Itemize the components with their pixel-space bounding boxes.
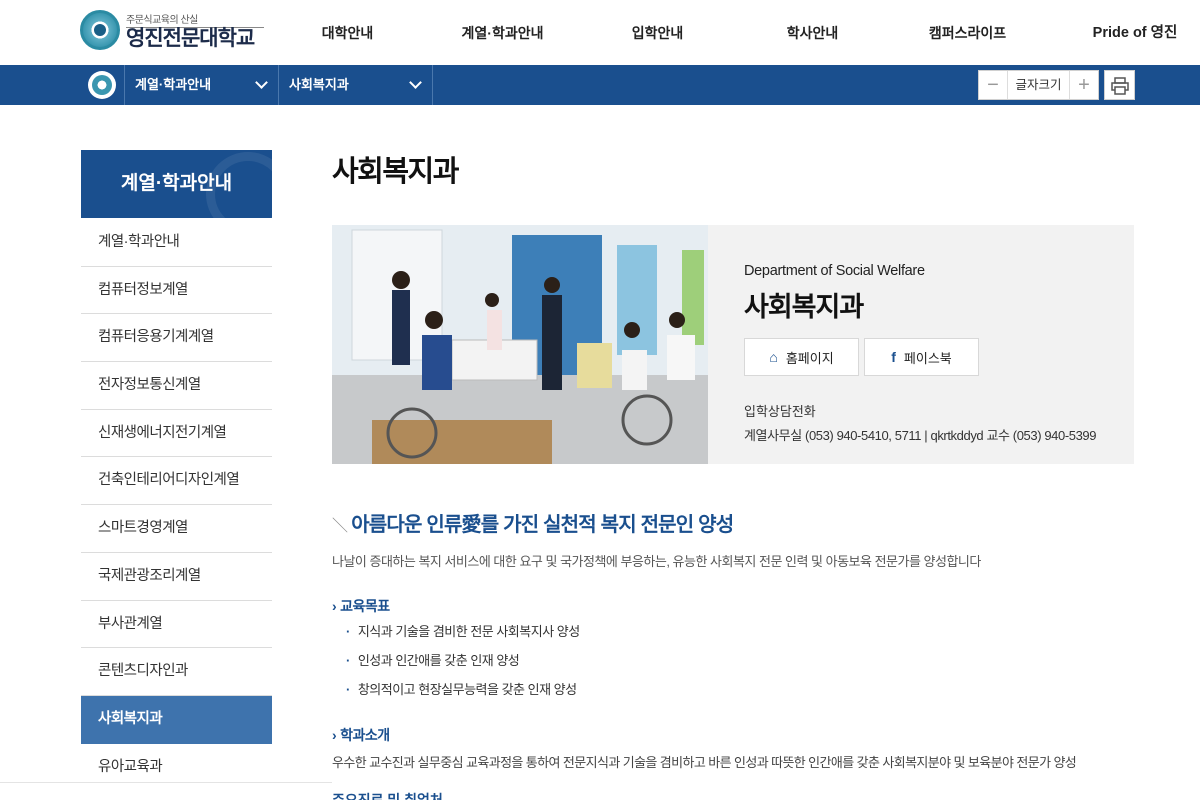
goal-text: 인성과 인간애를 갖춘 인재 양성 — [357, 653, 520, 668]
home-icon[interactable] — [88, 71, 116, 99]
logo-slogan: 주문식교육의 산실 — [126, 11, 264, 28]
department-photo — [332, 225, 708, 464]
admission-phone-label: 입학상담전화 — [744, 404, 816, 419]
slash-icon: ＼ — [332, 518, 348, 535]
facebook-button[interactable]: f 페이스북 — [864, 338, 979, 376]
printer-icon — [1111, 77, 1129, 95]
main-nav: 대학안내 계열·학과안내 입학안내 학사안내 캠퍼스라이프 Pride of 영… — [270, 0, 1200, 65]
next-section-title-partial: 주요진로 및 취업처 — [332, 792, 462, 800]
sidebar-item-departments[interactable]: 계열·학과안내 — [81, 219, 272, 267]
sidebar-item-early-childhood[interactable]: 유아교육과 — [81, 744, 272, 792]
breadcrumb-depth2[interactable]: 사회복지과 — [278, 65, 433, 105]
department-headline: ＼ 아름다운 인류愛를 가진 실천적 복지 전문인 양성 — [332, 508, 734, 537]
site-header: 주문식교육의 산실 영진전문대학교 대학안내 계열·학과안내 입학안내 학사안내… — [0, 0, 1200, 65]
education-goals-title-text: 교육목표 — [340, 598, 390, 614]
nav-item-university-info[interactable]: 대학안내 — [270, 0, 425, 65]
nav-item-academic[interactable]: 학사안내 — [735, 0, 890, 65]
print-button[interactable] — [1104, 70, 1135, 100]
department-about-title-text: 학과소개 — [340, 727, 390, 743]
font-size-decrease-button[interactable]: − — [979, 71, 1007, 99]
logo-name: 영진전문대학교 — [126, 26, 255, 50]
font-size-control: − 글자크기 + — [978, 70, 1099, 100]
department-info: Department of Social Welfare 사회복지과 ⌂ 홈페이… — [744, 263, 1097, 444]
admission-phone-numbers: 계열사무실 (053) 940-5410, 5711 | qkrtkddyd 교… — [744, 428, 1097, 443]
sidebar-item-computer-info[interactable]: 컴퓨터정보계열 — [81, 267, 272, 315]
nav-item-pride[interactable]: Pride of 영진 — [1045, 0, 1200, 65]
sidebar-item-content-design[interactable]: 콘텐츠디자인과 — [81, 648, 272, 696]
sidebar-item-renewable-energy[interactable]: 신재생에너지전기계열 — [81, 410, 272, 458]
goal-text: 지식과 기술을 겸비한 전문 사회복지사 양성 — [357, 624, 580, 639]
sidebar-item-noncommissioned[interactable]: 부사관계열 — [81, 601, 272, 649]
facebook-icon: f — [891, 349, 896, 365]
list-item: · 창의적이고 현장실무능력을 갖춘 인재 양성 — [346, 679, 580, 708]
sidebar-item-computer-mech[interactable]: 컴퓨터응용기계계열 — [81, 314, 272, 363]
sidebar-item-tourism-cooking[interactable]: 국제관광조리계열 — [81, 553, 272, 601]
sidebar-menu: 계열·학과안내 컴퓨터정보계열 컴퓨터응용기계계열 전자정보통신계열 신재생에너… — [81, 219, 272, 791]
chevron-right-icon: › — [332, 727, 337, 743]
department-intro: 나날이 증대하는 복지 서비스에 대한 요구 및 국가정책에 부응하는, 유능한… — [332, 554, 981, 569]
chevron-down-icon — [409, 76, 422, 89]
chevron-down-icon — [255, 76, 268, 89]
education-goals-list: · 지식과 기술을 겸비한 전문 사회복지사 양성 · 인성과 인간애를 갖춘 인재… — [346, 621, 580, 708]
homepage-button-label: 홈페이지 — [785, 350, 834, 366]
sidebar-item-smart-business[interactable]: 스마트경영계열 — [81, 505, 272, 553]
department-about-title: › 학과소개 — [332, 725, 390, 745]
nav-item-campus-life[interactable]: 캠퍼스라이프 — [890, 0, 1045, 65]
sidebar-item-social-welfare[interactable]: 사회복지과 — [81, 695, 272, 744]
bullet-icon: · — [346, 653, 350, 668]
department-name-en: Department of Social Welfare — [744, 263, 925, 279]
facebook-button-label: 페이스북 — [903, 350, 952, 366]
sidebar-item-architecture[interactable]: 건축인테리어디자인계열 — [81, 457, 272, 506]
next-section-title-text: 주요진로 및 취업처 — [332, 792, 443, 800]
logo-text: 주문식교육의 산실 영진전문대학교 — [126, 11, 264, 50]
chevron-right-icon: › — [332, 598, 337, 614]
bullet-icon: · — [346, 682, 350, 697]
font-size-label: 글자크기 — [1007, 71, 1070, 99]
sidebar-item-electronics[interactable]: 전자정보통신계열 — [81, 362, 272, 410]
list-item: · 지식과 기술을 겸비한 전문 사회복지사 양성 — [346, 621, 580, 650]
breadcrumb-depth1[interactable]: 계열·학과안내 — [124, 65, 278, 105]
page-title: 사회복지과 — [332, 156, 459, 188]
breadcrumb-depth2-label: 사회복지과 — [289, 77, 349, 92]
homepage-button[interactable]: ⌂ 홈페이지 — [744, 338, 859, 376]
university-emblem-icon — [80, 10, 120, 50]
bullet-icon: · — [346, 624, 350, 639]
department-summary: Department of Social Welfare 사회복지과 ⌂ 홈페이… — [332, 225, 1134, 464]
nav-item-admission[interactable]: 입학안내 — [580, 0, 735, 65]
breadcrumb-depth1-label: 계열·학과안내 — [135, 77, 212, 92]
list-item: · 인성과 인간애를 갖춘 인재 양성 — [346, 650, 580, 679]
classroom-photo-illustration — [332, 225, 708, 464]
sidebar-title: 계열·학과안내 — [81, 150, 272, 218]
font-size-increase-button[interactable]: + — [1070, 71, 1098, 99]
goal-text: 창의적이고 현장실무능력을 갖춘 인재 양성 — [357, 682, 577, 697]
department-links: ⌂ 홈페이지 f 페이스북 — [744, 338, 1096, 376]
university-logo[interactable]: 주문식교육의 산실 영진전문대학교 — [80, 10, 264, 50]
department-about-text: 우수한 교수진과 실무중심 교육과정을 통하여 전문지식과 기술을 겸비하고 바… — [332, 755, 1077, 770]
education-goals-title: › 교육목표 — [332, 596, 390, 616]
headline-text: 아름다운 인류愛를 가진 실천적 복지 전문인 양성 — [351, 514, 734, 536]
nav-item-departments[interactable]: 계열·학과안내 — [425, 0, 580, 65]
divider — [0, 782, 332, 783]
department-name-ko: 사회복지과 — [744, 292, 864, 322]
home-icon: ⌂ — [769, 349, 778, 365]
